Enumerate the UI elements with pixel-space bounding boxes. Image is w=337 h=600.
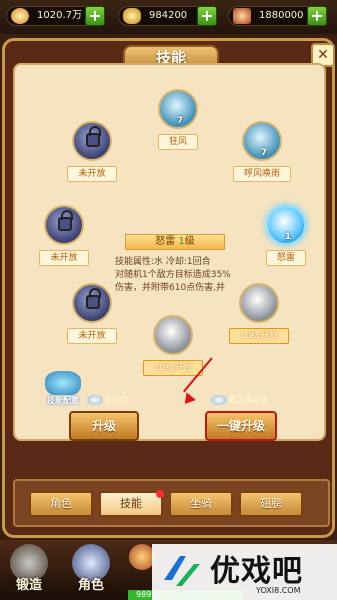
wing-gem-icon <box>11 8 29 24</box>
wind-skill-icon: 7 <box>158 89 198 129</box>
watermark: 优戏吧 YOXI8.COM <box>152 544 337 600</box>
watermark-url: YOXI8.COM <box>256 586 301 595</box>
skill-detail-line: 技能属性:水 冷却:1回合 <box>115 257 211 267</box>
close-icon: ✕ <box>317 47 329 63</box>
gold-ingot-icon <box>123 8 141 24</box>
lock-icon <box>72 121 112 161</box>
skill-label: 呼风唤雨 <box>232 166 291 182</box>
skill-label: 怒雷 <box>265 250 306 266</box>
upgrade-all-cost: 82400 <box>211 393 267 406</box>
resource-3-value: 1880000 <box>259 10 304 21</box>
tab-mount[interactable]: 坐骑 <box>169 491 233 517</box>
skill-label: 未开放 <box>39 250 89 266</box>
skill-hufeng[interactable]: 7 呼风唤雨 <box>227 121 297 182</box>
skill-label: 30级开放 <box>142 360 204 376</box>
treasure-icon <box>233 8 251 24</box>
skill-lv30[interactable]: 30级开放 <box>133 315 213 376</box>
skill-config-button[interactable]: 技能配置 <box>39 371 87 406</box>
resource-3: 1880000 + <box>228 6 327 26</box>
skill-locked-1[interactable]: 未开放 <box>57 121 127 182</box>
skill-config-icon <box>45 371 81 395</box>
upgrade-all-cost-value: 82400 <box>229 393 268 406</box>
upgrade-cost: 500 <box>87 393 128 406</box>
skill-detail-line: 伤害，并附带610点伤害,并 <box>115 283 226 293</box>
tab-wings[interactable]: 翅膀 <box>239 491 303 517</box>
skill-detail-title: 怒雷 1级 <box>125 234 225 250</box>
tab-character[interactable]: 角色 <box>29 491 93 517</box>
resource-2: 984200 + <box>118 6 217 26</box>
notification-dot <box>156 490 164 498</box>
resource-2-value: 984200 <box>149 10 188 21</box>
add-resource-1-button[interactable]: + <box>85 6 105 26</box>
resource-1-value: 1020.7万 <box>37 10 82 21</box>
lock-icon <box>72 283 112 323</box>
silver-coin-icon <box>87 395 103 405</box>
add-resource-2-button[interactable]: + <box>197 6 217 26</box>
tab-skill-label: 技能 <box>120 497 142 510</box>
add-resource-3-button[interactable]: + <box>307 6 327 26</box>
resource-1: 1020.7万 + <box>6 6 105 26</box>
skill-detail-text: 技能属性:水 冷却:1回合 对随机1个敌方目标造成35% 伤害，并附带610点伤… <box>115 256 265 295</box>
skill-locked-2[interactable]: 未开放 <box>29 205 99 266</box>
skill-detail-line: 对随机1个敌方目标造成35% <box>115 270 231 280</box>
skill-label: 狂风 <box>157 134 198 150</box>
watermark-text: 优戏吧 <box>210 554 303 589</box>
skill-detail-level-unit: 级 <box>184 236 195 247</box>
skill-panel: 技能 ✕ 7 狂风 7 呼风唤雨 未开放 未开放 1 怒雷 未开放 10级开放 … <box>2 38 335 538</box>
nav-character-label: 角色 <box>77 578 104 593</box>
skill-label: 未开放 <box>67 166 117 182</box>
nav-character[interactable]: 角色 <box>66 544 116 600</box>
resource-bar: 1020.7万 + 984200 + 1880000 + <box>0 0 337 34</box>
upgrade-all-button[interactable]: 一键升级 <box>205 411 277 441</box>
upgrade-button[interactable]: 升级 <box>69 411 139 441</box>
slash-skill-icon <box>153 315 193 355</box>
upgrade-cost-value: 500 <box>105 393 128 406</box>
panel-tabs: 角色 技能 坐骑 翅膀 <box>13 479 330 527</box>
skill-config-label: 技能配置 <box>47 396 79 405</box>
silver-coin-icon <box>211 395 227 405</box>
skill-kuangfeng[interactable]: 7 狂风 <box>143 89 213 150</box>
nav-forge-label: 锻造 <box>15 578 42 593</box>
skill-detail: 怒雷 1级 技能属性:水 冷却:1回合 对随机1个敌方目标造成35% 伤害，并附… <box>115 234 265 295</box>
watermark-logo <box>164 556 200 586</box>
nav-forge[interactable]: 锻造 <box>4 544 54 600</box>
skill-detail-name: 怒雷 <box>155 236 176 247</box>
skill-label: 10级开放 <box>228 328 290 344</box>
tornado-skill-icon: 7 <box>242 121 282 161</box>
tab-skill[interactable]: 技能 <box>99 490 164 517</box>
skill-label: 未开放 <box>67 328 117 344</box>
lock-icon <box>44 205 84 245</box>
lightning-skill-icon: 1 <box>266 205 306 245</box>
